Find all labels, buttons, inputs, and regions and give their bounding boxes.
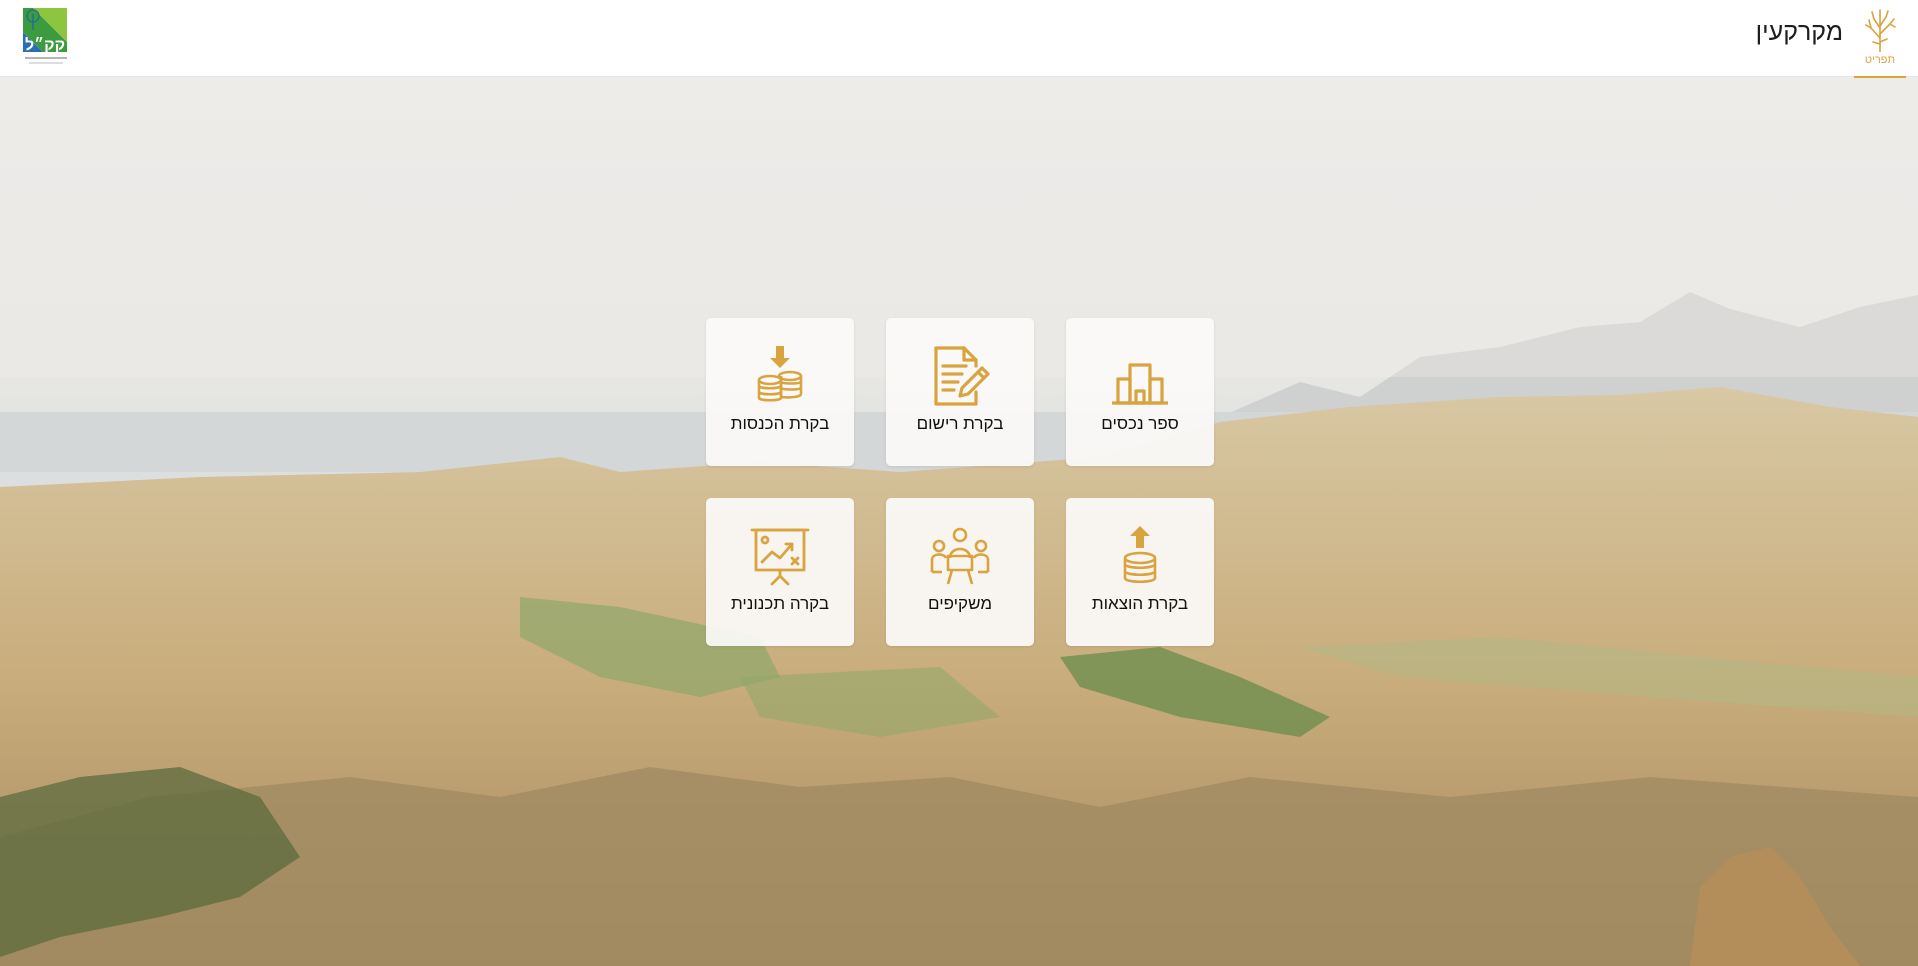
tile-label: בקרה תכנונית xyxy=(730,594,830,613)
document-pen-icon xyxy=(934,346,990,406)
presentation-chart-icon xyxy=(750,528,810,586)
tile-label: בקרת הוצאות xyxy=(1091,594,1189,613)
kkl-logo[interactable]: קק״ל xyxy=(21,6,71,66)
tile-planning-control[interactable]: בקרה תכנונית xyxy=(706,498,854,646)
tile-expenses-control[interactable]: בקרת הוצאות xyxy=(1066,498,1214,646)
coins-download-icon xyxy=(757,346,803,402)
tile-label: בקרת הכנסות xyxy=(730,414,830,433)
tile-assets-book[interactable]: ספר נכסים xyxy=(1066,318,1214,466)
buildings-icon xyxy=(1112,363,1168,405)
meeting-people-icon xyxy=(930,527,990,585)
top-header: קק״ל מקרקעין תפריט xyxy=(0,0,1918,78)
tile-label: בקרת רישום xyxy=(916,414,1004,433)
svg-text:קק״ל: קק״ל xyxy=(25,36,65,54)
tile-observers[interactable]: משקיפים xyxy=(886,498,1034,646)
menu-button[interactable]: תפריט xyxy=(1854,6,1906,78)
tile-registration-control[interactable]: בקרת רישום xyxy=(886,318,1034,466)
tile-label: ספר נכסים xyxy=(1101,414,1179,433)
menu-label: תפריט xyxy=(1864,54,1896,66)
tree-icon xyxy=(1865,9,1896,52)
page-title: מקרקעין xyxy=(1755,18,1843,46)
coins-upload-icon xyxy=(1123,526,1157,584)
tile-label: משקיפים xyxy=(928,594,992,613)
tile-income-control[interactable]: בקרת הכנסות xyxy=(706,318,854,466)
